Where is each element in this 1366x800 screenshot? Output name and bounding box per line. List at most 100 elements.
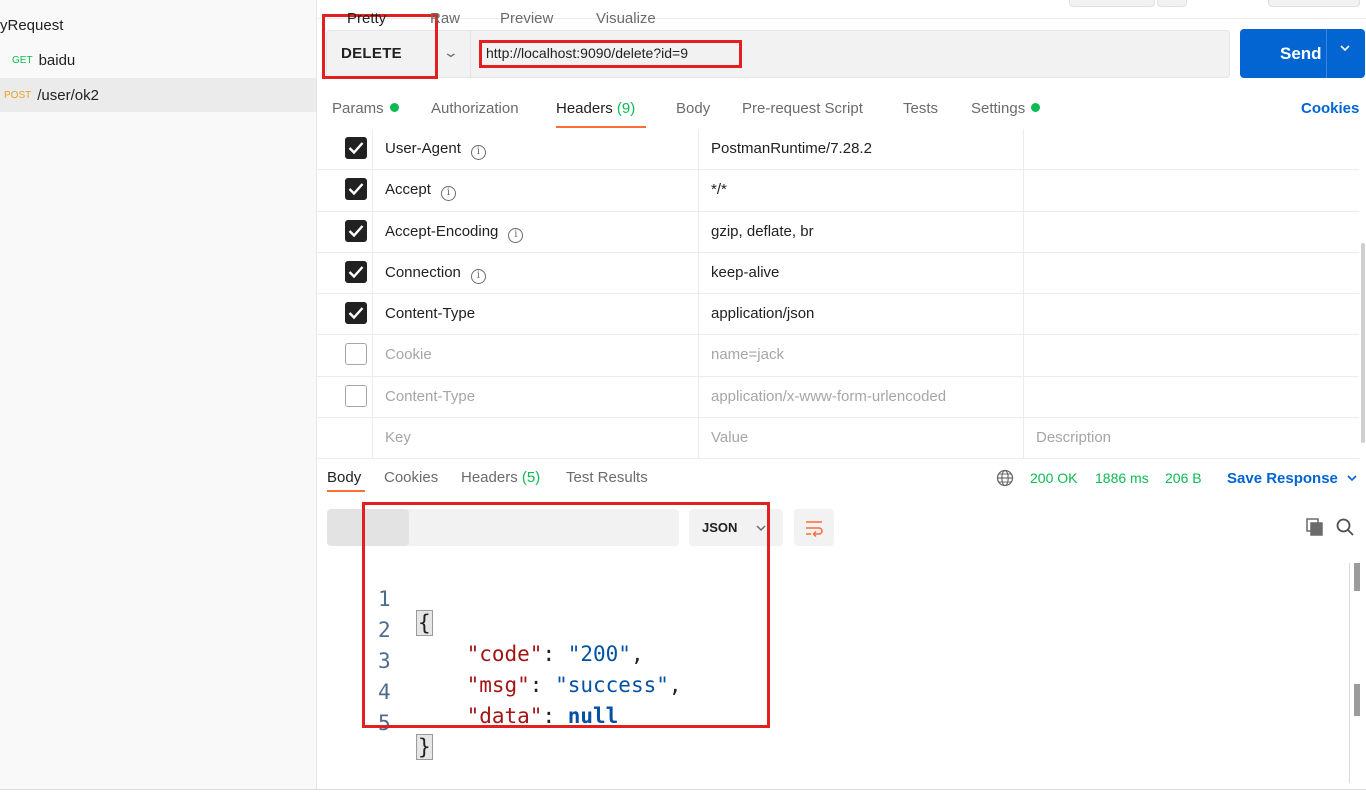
format-pretty[interactable]: Pretty [347, 10, 386, 27]
tab-label: Params [332, 100, 384, 117]
annotation-box-response [362, 502, 770, 728]
toolbar-stub[interactable] [1069, 0, 1155, 7]
info-icon[interactable]: i [440, 186, 456, 202]
sidebar-item-label: baidu [38, 51, 76, 69]
table-row-new: Key Value Description [317, 418, 1359, 460]
header-key[interactable]: User-Agent i [385, 140, 486, 160]
checkbox[interactable] [345, 219, 367, 242]
tab-response-body[interactable]: Body [327, 469, 361, 486]
tab-label: Headers [556, 100, 613, 117]
header-key-text: Connection [385, 263, 461, 281]
header-value[interactable]: gzip, deflate, br [711, 223, 814, 240]
header-value[interactable]: keep-alive [711, 264, 779, 281]
toolbar-stub[interactable] [1268, 0, 1360, 7]
status-code[interactable]: 200 OK [1030, 470, 1077, 486]
save-response-button[interactable]: Save Response [1227, 470, 1338, 487]
status-dot [389, 103, 399, 112]
key-input[interactable]: Key [385, 429, 411, 446]
tab-count: (9) [616, 100, 636, 117]
header-key-text: Accept [385, 181, 431, 199]
tab-body[interactable]: Body [676, 100, 710, 117]
sidebar-item-user-ok2[interactable]: POST /user/ok2 [0, 78, 316, 112]
wrap-icon [806, 521, 823, 538]
response-time[interactable]: 1886 ms [1095, 470, 1149, 486]
header-description[interactable] [1024, 294, 1359, 334]
header-value[interactable]: PostmanRuntime/7.28.2 [711, 140, 872, 157]
header-key[interactable]: Cookie [385, 346, 432, 363]
divider [0, 789, 1366, 790]
send-button[interactable]: Send [1240, 29, 1365, 78]
scrollbar[interactable] [1354, 563, 1360, 591]
description-input[interactable]: Description [1036, 429, 1111, 446]
copy-icon[interactable] [1305, 517, 1325, 537]
tab-headers[interactable]: Headers (9) [556, 100, 635, 117]
header-description[interactable] [1024, 377, 1359, 417]
scrollbar[interactable] [1354, 684, 1360, 716]
globe-icon[interactable] [996, 469, 1014, 487]
header-key[interactable]: Content-Type [385, 305, 475, 322]
header-description[interactable] [1024, 212, 1359, 252]
checkbox[interactable] [345, 302, 367, 325]
divider [1326, 29, 1327, 78]
table-row: Connection i keep-alive [317, 252, 1359, 295]
chevron-down-icon[interactable]: ⌄ [443, 44, 459, 61]
tab-response-cookies[interactable]: Cookies [384, 469, 438, 486]
checkbox[interactable] [345, 384, 367, 407]
table-row: Accept-Encoding i gzip, deflate, br [317, 211, 1359, 253]
header-value[interactable]: */* [711, 181, 727, 198]
send-button-label: Send [1280, 44, 1322, 63]
cookies-link[interactable]: Cookies [1301, 100, 1359, 117]
toolbar-stub[interactable] [1157, 0, 1187, 7]
value-input[interactable]: Value [711, 429, 748, 446]
format-raw[interactable]: Raw [430, 10, 460, 27]
checkbox[interactable] [345, 260, 367, 283]
table-row: User-Agent i PostmanRuntime/7.28.2 [317, 129, 1359, 171]
header-description[interactable] [1024, 129, 1359, 169]
collection-title: yRequest [0, 17, 64, 34]
header-description[interactable] [1024, 170, 1359, 210]
tab-params[interactable]: Params [332, 100, 399, 117]
header-key[interactable]: Accept-Encoding i [385, 223, 524, 243]
chevron-down-icon[interactable] [1346, 472, 1358, 484]
table-row: Accept i */* [317, 170, 1359, 212]
response-size[interactable]: 206 B [1165, 470, 1202, 486]
tab-count: (5) [521, 469, 541, 486]
format-preview[interactable]: Preview [500, 10, 553, 27]
code-brace: } [416, 734, 433, 760]
header-key[interactable]: Accept i [385, 181, 456, 202]
sidebar-item-label: /user/ok2 [37, 86, 99, 104]
tab-authorization[interactable]: Authorization [431, 100, 519, 117]
sidebar-item-baidu[interactable]: GET baidu [0, 43, 316, 77]
method-badge: GET [12, 54, 33, 66]
tab-test-results[interactable]: Test Results [566, 469, 648, 486]
header-key[interactable]: Content-Type [385, 388, 475, 405]
status-dot [1031, 103, 1041, 112]
tab-response-headers[interactable]: Headers (5) [461, 469, 540, 486]
method-badge: POST [4, 89, 32, 101]
annotation-box-url [479, 40, 742, 68]
info-icon[interactable]: i [508, 227, 524, 243]
scrollbar-track [1349, 563, 1350, 783]
info-icon[interactable]: i [470, 268, 486, 284]
header-description[interactable] [1024, 335, 1359, 375]
format-visualize[interactable]: Visualize [596, 10, 656, 27]
info-icon[interactable]: i [470, 145, 486, 160]
tab-tests[interactable]: Tests [903, 100, 938, 117]
chevron-down-icon[interactable] [1338, 41, 1352, 55]
checkbox[interactable] [345, 137, 367, 159]
wrap-lines-button[interactable] [794, 509, 834, 546]
header-value[interactable]: name=jack [711, 346, 784, 363]
header-value[interactable]: application/json [711, 305, 814, 322]
header-description[interactable] [1024, 253, 1359, 293]
header-value[interactable]: application/x-www-form-urlencoded [711, 388, 946, 405]
search-icon[interactable] [1335, 517, 1355, 537]
checkbox[interactable] [345, 343, 367, 366]
divider [470, 30, 471, 78]
header-key[interactable]: Connection i [385, 264, 486, 284]
sidebar: yRequest GET baidu POST /user/ok2 [0, 0, 317, 790]
header-key-text: User-Agent [385, 140, 461, 157]
scrollbar[interactable] [1361, 243, 1365, 443]
checkbox[interactable] [345, 178, 367, 201]
tab-pre-request-script[interactable]: Pre-request Script [742, 100, 863, 117]
tab-settings[interactable]: Settings [971, 100, 1041, 117]
